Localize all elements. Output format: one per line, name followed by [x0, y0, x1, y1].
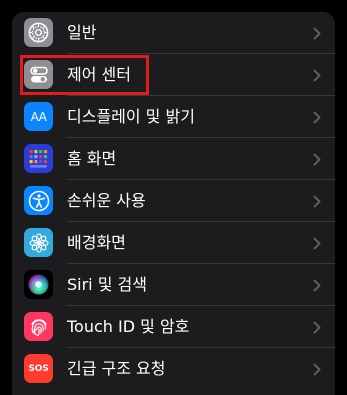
chevron-right-icon [313, 96, 321, 138]
chevron-right-icon [313, 138, 321, 180]
sos-icon: SOS [24, 354, 53, 383]
sos-glyph: SOS [28, 363, 49, 374]
settings-row-touch-id-passcode[interactable]: Touch ID 및 암호 [12, 306, 335, 348]
chevron-right-icon [313, 306, 321, 348]
chevron-right-icon [313, 54, 321, 96]
aa-glyph: AA [30, 109, 47, 124]
settings-row-label: 긴급 구조 요청 [67, 359, 166, 378]
home-screen-grid-icon [24, 144, 53, 173]
settings-row-siri-search[interactable]: Siri 및 검색 [12, 264, 335, 306]
toggle-switches-icon [24, 60, 53, 89]
chevron-right-icon [313, 264, 321, 306]
chevron-right-icon [313, 180, 321, 222]
gear-icon [24, 18, 53, 47]
settings-row-wallpaper[interactable]: 배경화면 [12, 222, 335, 264]
settings-row-label: 손쉬운 사용 [67, 191, 146, 210]
settings-row-label: 제어 센터 [67, 65, 131, 84]
settings-row-display-brightness[interactable]: AA 디스플레이 및 밝기 [12, 96, 335, 138]
settings-screen: 일반 제어 센터 AA 디스플레이 및 밝기 홈 화면 손쉬운 사용 배경화면 … [0, 0, 347, 395]
siri-orb-icon [24, 270, 53, 299]
settings-row-emergency-sos[interactable]: SOS 긴급 구조 요청 [12, 348, 335, 390]
settings-row-label: 일반 [67, 23, 97, 42]
settings-row-control-center[interactable]: 제어 센터 [12, 54, 335, 96]
text-size-aa-icon: AA [24, 102, 53, 131]
chevron-right-icon [313, 348, 321, 390]
settings-group: 일반 제어 센터 AA 디스플레이 및 밝기 홈 화면 손쉬운 사용 배경화면 … [12, 12, 335, 395]
accessibility-icon [24, 186, 53, 215]
chevron-right-icon [313, 222, 321, 264]
settings-row-accessibility[interactable]: 손쉬운 사용 [12, 180, 335, 222]
settings-row-label: 홈 화면 [67, 149, 117, 168]
settings-row-home-screen[interactable]: 홈 화면 [12, 138, 335, 180]
wallpaper-flower-icon [24, 228, 53, 257]
settings-row-general[interactable]: 일반 [12, 12, 335, 54]
settings-row-label: 디스플레이 및 밝기 [67, 107, 195, 126]
chevron-right-icon [313, 12, 321, 54]
settings-row-label: Siri 및 검색 [67, 275, 147, 294]
settings-row-label: 배경화면 [67, 233, 126, 252]
settings-row-label: Touch ID 및 암호 [67, 317, 190, 336]
fingerprint-icon [24, 312, 53, 341]
